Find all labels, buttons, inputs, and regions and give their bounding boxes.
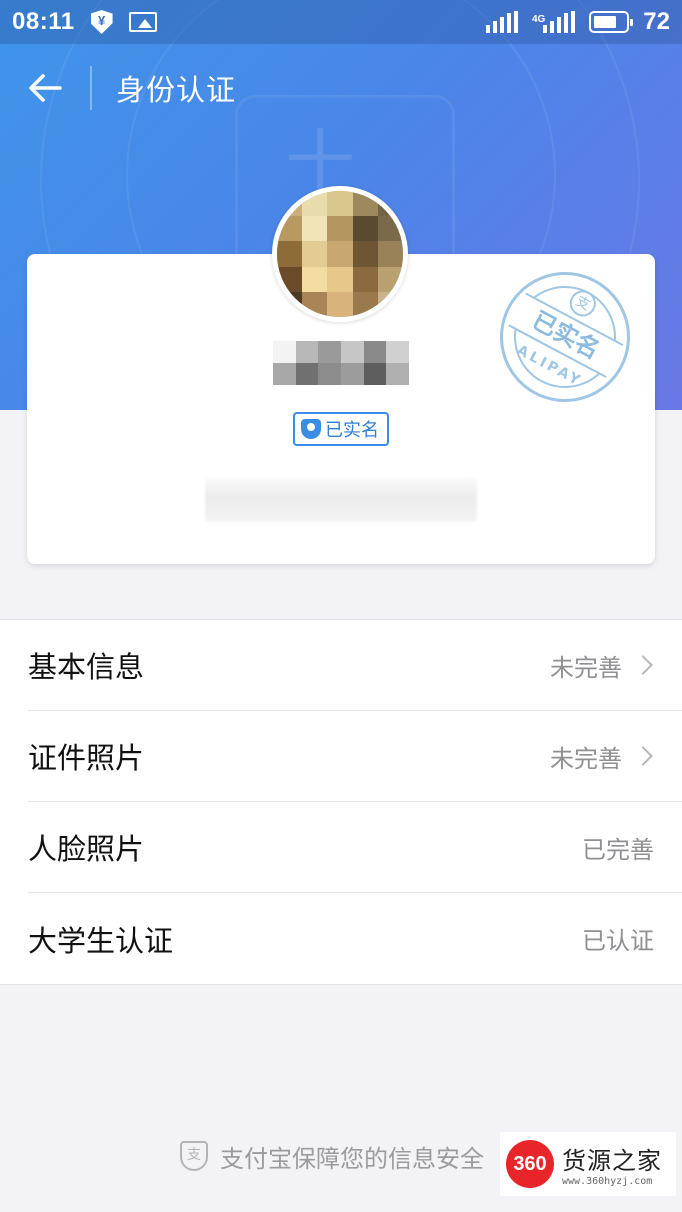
- list-item-student-verification[interactable]: 大学生认证 已认证: [28, 893, 682, 984]
- item-status: 已完善: [582, 835, 654, 864]
- account-blurred: [205, 478, 477, 522]
- nav-divider: [90, 66, 92, 110]
- decor-glyph: 十: [285, 122, 355, 204]
- item-label: 大学生认证: [28, 923, 174, 958]
- security-shield-icon: ¥: [90, 10, 113, 34]
- verified-user-icon: [301, 419, 321, 439]
- watermark-title: 货源之家: [562, 1147, 662, 1175]
- watermark-url: www.360hyzj.com: [562, 1176, 653, 1187]
- chevron-right-icon: [633, 746, 653, 766]
- shield-icon: 支: [180, 1141, 208, 1171]
- avatar-mosaic: [277, 191, 403, 317]
- gallery-icon: [128, 12, 157, 32]
- page-title: 身份认证: [116, 73, 237, 107]
- chevron-right-icon: [633, 655, 653, 675]
- security-note-text: 支付宝保障您的信息安全: [220, 1144, 484, 1173]
- wifi-signal-icon: [485, 11, 518, 33]
- cell-signal-icon: [543, 11, 576, 33]
- verified-badge: 已实名: [293, 412, 389, 446]
- network-type: 4G: [531, 14, 546, 25]
- list-item-id-photos[interactable]: 证件照片 未完善: [28, 711, 682, 802]
- nav-bar: 身份认证: [0, 44, 682, 132]
- site-watermark: 360 货源之家 www.360hyzj.com: [500, 1132, 676, 1196]
- list-item-basic-info[interactable]: 基本信息 未完善: [28, 620, 682, 711]
- item-label: 基本信息: [28, 650, 145, 684]
- item-status: 未完善: [550, 653, 622, 682]
- battery-percent: 72: [643, 8, 670, 35]
- item-status: 未完善: [550, 744, 622, 773]
- verification-list: 基本信息 未完善 证件照片 未完善 人脸照片 已完善 大学生认证 已认证: [0, 619, 682, 985]
- status-time: 08:11: [12, 8, 75, 35]
- battery-icon: [589, 11, 634, 33]
- security-note: 支 支付宝保障您的信息安全: [180, 1138, 484, 1174]
- list-item-face-photo[interactable]: 人脸照片 已完善: [28, 802, 682, 893]
- verified-badge-label: 已实名: [325, 420, 379, 441]
- avatar[interactable]: [272, 186, 408, 322]
- watermark-logo: 360: [506, 1140, 554, 1188]
- item-status: 已认证: [582, 927, 654, 955]
- item-label: 证件照片: [28, 741, 145, 775]
- back-button[interactable]: [0, 44, 90, 132]
- status-bar: 08:11 ¥ 4G 72: [0, 0, 682, 44]
- arrow-left-icon: [29, 74, 62, 102]
- item-label: 人脸照片: [28, 832, 145, 866]
- name-blurred: [273, 341, 409, 385]
